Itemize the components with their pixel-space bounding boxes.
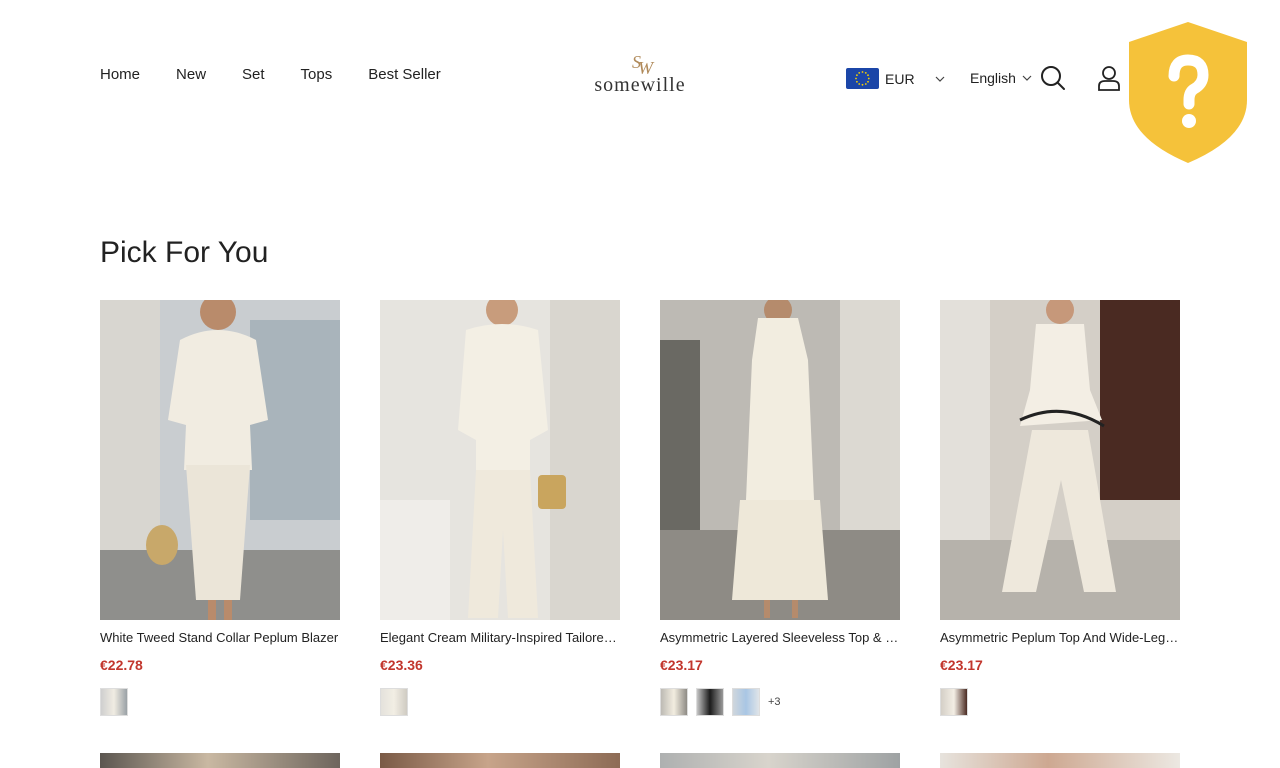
product-price: €22.78 [100, 657, 143, 673]
product-image[interactable] [380, 753, 620, 768]
product-card[interactable]: Elegant Cream Military-Inspired Tailored… [380, 300, 620, 716]
currency-label: EUR [885, 70, 915, 87]
color-swatches [940, 688, 1180, 716]
chevron-down-icon [935, 76, 944, 82]
color-swatches: +3 [660, 688, 900, 716]
help-shield-button[interactable] [1126, 20, 1250, 166]
chevron-down-icon [1022, 75, 1032, 81]
more-colors-count[interactable]: +3 [768, 696, 781, 708]
product-card[interactable]: White Tweed Stand Collar Peplum Blazer €… [100, 300, 340, 716]
search-icon [1041, 66, 1065, 90]
site-logo[interactable]: S W somewille [588, 50, 692, 102]
language-selector[interactable]: English [970, 70, 1032, 86]
product-price: €23.17 [940, 657, 983, 673]
color-swatch[interactable] [696, 688, 724, 716]
product-image[interactable] [940, 300, 1180, 620]
section-title: Pick For You [100, 236, 269, 269]
color-swatches [380, 688, 620, 716]
color-swatch[interactable] [732, 688, 760, 716]
color-swatch[interactable] [940, 688, 968, 716]
product-image[interactable] [660, 753, 900, 768]
product-image[interactable] [660, 300, 900, 620]
product-grid: White Tweed Stand Collar Peplum Blazer €… [100, 300, 1180, 716]
product-name[interactable]: Asymmetric Peplum Top And Wide-Leg Pants [940, 629, 1180, 646]
eu-flag-icon [846, 68, 879, 89]
product-grid-row-2 [100, 753, 1180, 768]
product-image[interactable] [940, 753, 1180, 768]
product-image[interactable] [100, 753, 340, 768]
product-card[interactable]: Asymmetric Layered Sleeveless Top & Pant… [660, 300, 900, 716]
color-swatch[interactable] [380, 688, 408, 716]
logo-wordmark: somewille [594, 74, 686, 96]
product-card[interactable]: Asymmetric Peplum Top And Wide-Leg Pants… [940, 300, 1180, 716]
search-button[interactable] [1039, 64, 1067, 92]
product-price: €23.17 [660, 657, 703, 673]
product-name[interactable]: Asymmetric Layered Sleeveless Top & Pant… [660, 629, 900, 646]
main-nav: Home New Set Tops Best Seller [100, 66, 441, 83]
nav-tops[interactable]: Tops [301, 66, 333, 83]
product-name[interactable]: White Tweed Stand Collar Peplum Blazer [100, 629, 340, 646]
color-swatch[interactable] [660, 688, 688, 716]
nav-best-seller[interactable]: Best Seller [368, 66, 441, 83]
product-name[interactable]: Elegant Cream Military-Inspired Tailored… [380, 629, 620, 646]
color-swatches [100, 688, 340, 716]
currency-selector[interactable]: EUR [846, 68, 945, 89]
nav-set[interactable]: Set [242, 66, 265, 83]
color-swatch[interactable] [100, 688, 128, 716]
language-label: English [970, 70, 1016, 86]
product-image[interactable] [380, 300, 620, 620]
product-image[interactable] [100, 300, 340, 620]
site-header: Home New Set Tops Best Seller S W somewi… [0, 0, 1280, 163]
user-icon [1098, 66, 1120, 91]
product-price: €23.36 [380, 657, 423, 673]
question-shield-icon [1129, 22, 1247, 163]
nav-new[interactable]: New [176, 66, 206, 83]
account-button[interactable] [1095, 64, 1123, 92]
nav-home[interactable]: Home [100, 66, 140, 83]
